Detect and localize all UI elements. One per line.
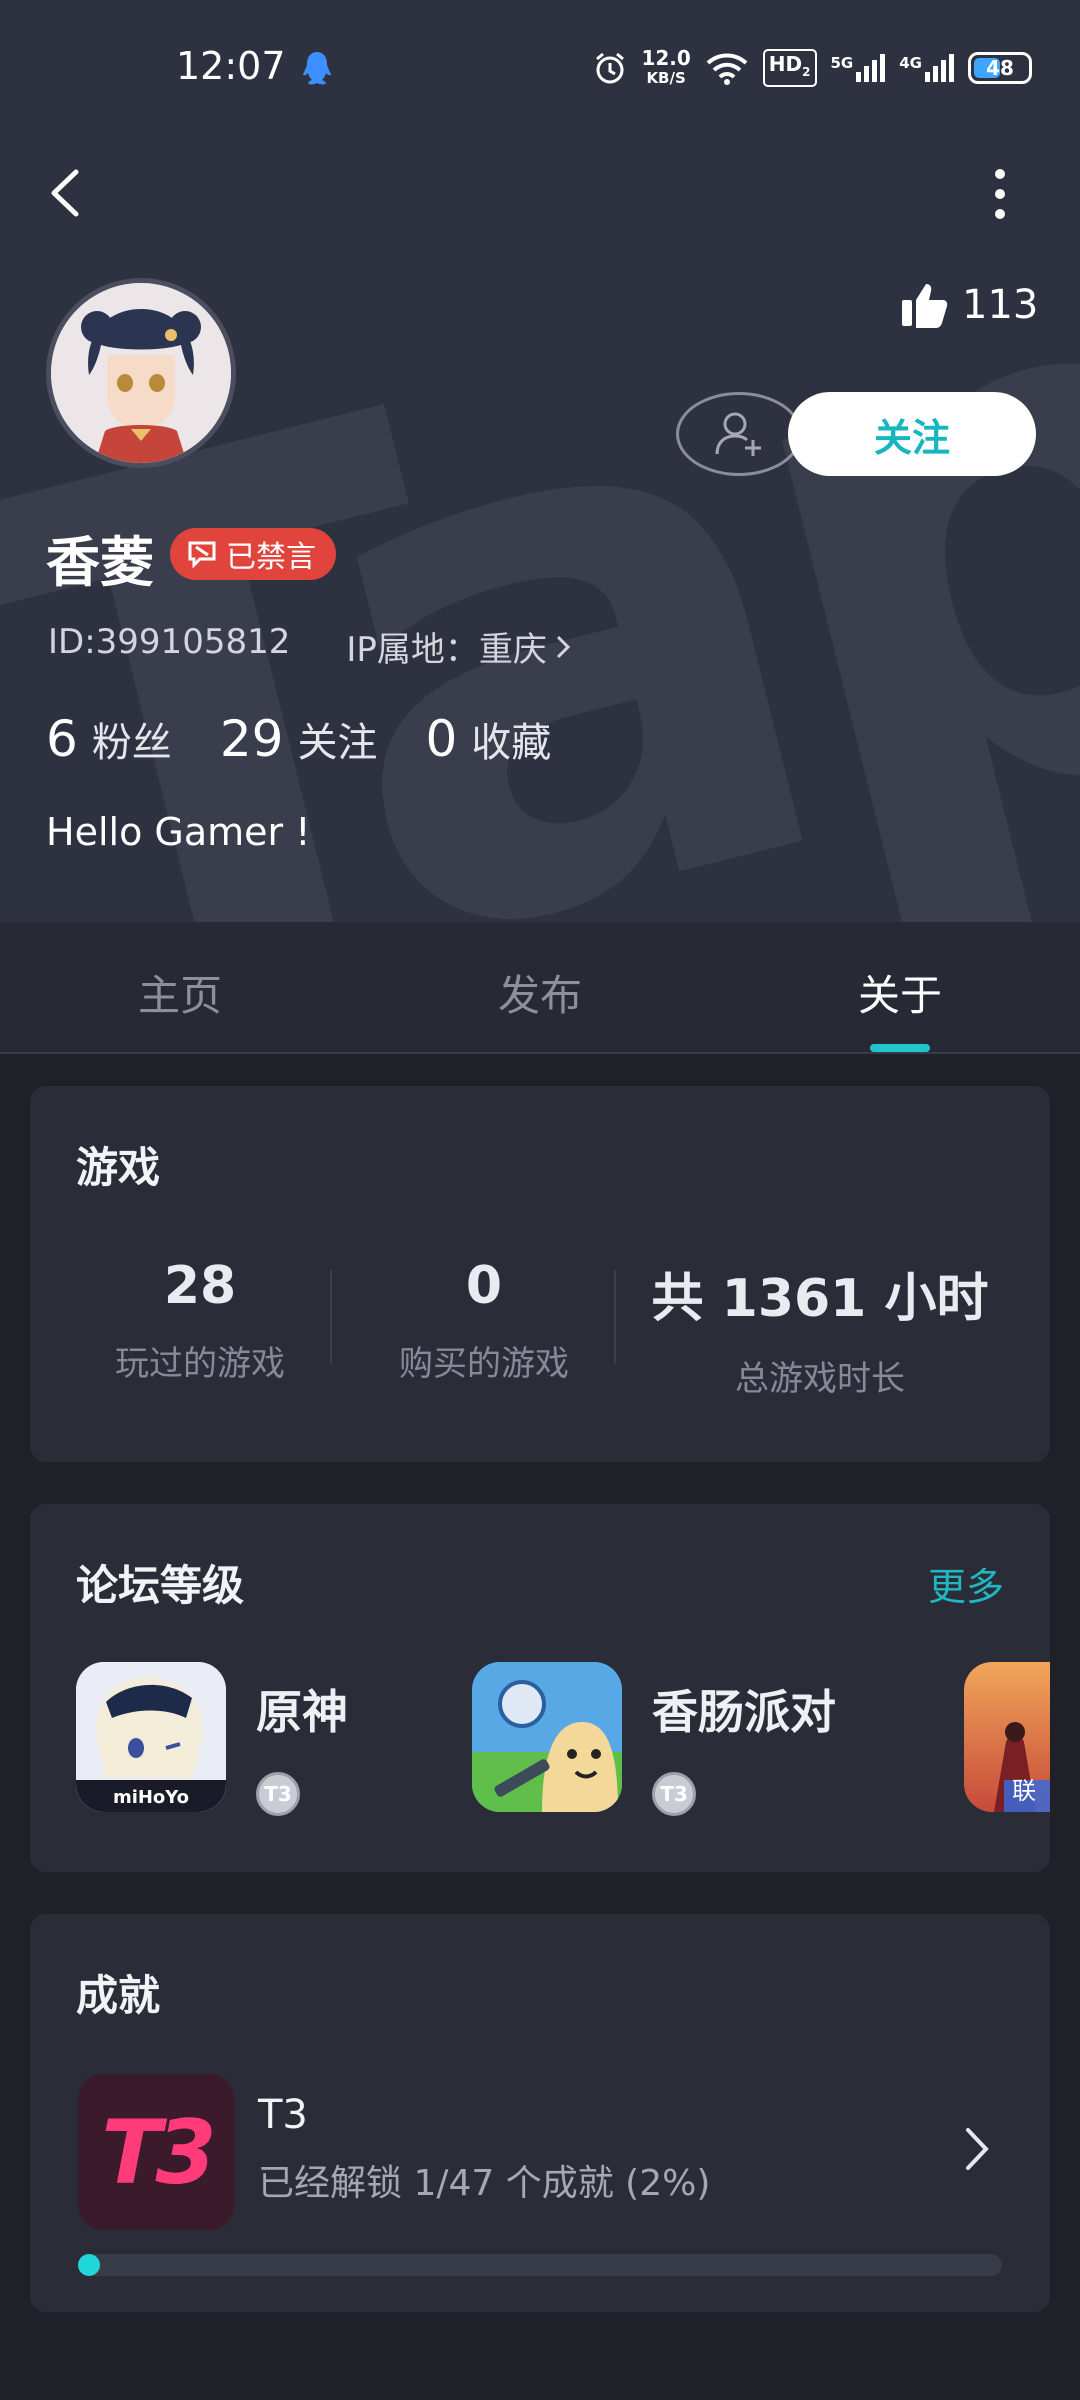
follow-button[interactable]: 关注 (788, 392, 1036, 476)
alarm-icon (596, 52, 625, 84)
forum-card-title: 论坛等级 (76, 1561, 245, 1610)
stat-value: 28 (163, 1256, 237, 1316)
stat-value: 共 1361 小时 (651, 1269, 989, 1329)
likes-count: 113 (962, 282, 1039, 328)
battery-level: 48 (986, 56, 1014, 80)
signal-5g-icon: 5G (831, 54, 886, 82)
signal-5g-label: 5G (830, 54, 854, 72)
level-badge: T3 (652, 1772, 696, 1816)
games-card: 游戏 28 玩过的游戏 0 购买的游戏 共 1361 小时 总游戏时长 (30, 1086, 1050, 1462)
sausage-party-game-icon (472, 1662, 622, 1812)
divider (614, 1270, 616, 1364)
sausage-party-icon-art (472, 1662, 622, 1812)
hd-icon: HD2 (762, 49, 817, 87)
hd-label: HD (768, 52, 803, 76)
stat-following[interactable]: 29 关注 (220, 710, 378, 768)
genshin-game-icon: miHoYo (76, 1662, 226, 1812)
stat-label: 收藏 (471, 720, 552, 766)
muted-label: 已禁言 (226, 540, 316, 575)
forum-game-name: 原神 (256, 1685, 348, 1739)
level-badge: T3 (256, 1772, 300, 1816)
qq-penguin-icon (303, 52, 331, 85)
forum-meta: 原神 T3 (256, 1662, 348, 1816)
battery-icon: 48 (968, 52, 1032, 84)
sky-icon-text: 联 (1012, 1777, 1036, 1805)
stat-label: 购买的游戏 (399, 1344, 569, 1384)
tab-about[interactable]: 关于 (858, 962, 942, 1023)
divider (330, 1270, 332, 1364)
profile-tabs: 主页 发布 关于 (0, 922, 1080, 1054)
chevron-right-icon (556, 635, 571, 658)
back-arrow-icon[interactable] (44, 166, 88, 220)
net-speed-value: 12.0 (641, 46, 691, 70)
stat-value: 6 (46, 710, 78, 768)
genshin-icon-text: miHoYo (112, 1787, 190, 1808)
level-badge-text: T3 (660, 1782, 688, 1806)
achievement-game-name: T3 (258, 2092, 308, 2138)
achievements-card[interactable]: 成就 T3 T3 已经解锁 1/47 个成就 (2%) (30, 1914, 1050, 2312)
signal-4g-icon: 4G (899, 54, 954, 82)
avatar-illustration (51, 283, 231, 463)
thumbs-up-icon (902, 284, 948, 328)
stat-label: 总游戏时长 (735, 1359, 905, 1399)
games-card-title: 游戏 (76, 1143, 161, 1192)
profile-header: TapTap 12:07 12.0 KB/S HD2 5G 4G 48 113 … (0, 0, 1080, 922)
net-speed: 12.0 KB/S (641, 48, 690, 88)
playtime-stat[interactable]: 共 1361 小时 总游戏时长 (630, 1256, 1010, 1400)
played-games-stat[interactable]: 28 玩过的游戏 (60, 1256, 340, 1385)
purchased-games-stat[interactable]: 0 购买的游戏 (344, 1256, 624, 1385)
user-id: ID:399105812 (48, 622, 291, 662)
status-bar: 12:07 12.0 KB/S HD2 5G 4G 48 (0, 0, 1080, 140)
likes[interactable]: 113 (900, 282, 1038, 328)
tab-posts[interactable]: 发布 (498, 962, 582, 1023)
stat-favorites[interactable]: 0 收藏 (425, 710, 551, 768)
achievement-progress-fill (78, 2254, 100, 2276)
muted-badge: 已禁言 (170, 528, 336, 580)
net-speed-unit: KB/S (646, 69, 686, 87)
forum-game-name: 香肠派对 (652, 1685, 836, 1739)
t3-icon-text: T3 (101, 2100, 216, 2204)
forum-item-sausage-party[interactable]: 香肠派对 T3 (472, 1662, 836, 1816)
stat-label: 玩过的游戏 (115, 1344, 285, 1384)
more-vertical-icon[interactable] (980, 166, 1020, 222)
add-user-icon (715, 412, 761, 456)
forum-item-genshin[interactable]: miHoYo 原神 T3 (76, 1662, 348, 1816)
stat-label: 关注 (297, 720, 378, 766)
achievements-card-title: 成就 (76, 1971, 161, 2020)
ip-location-text: IP属地：重庆 (346, 630, 547, 670)
signal-4g-label: 4G (899, 54, 922, 72)
forum-meta: 香肠派对 T3 (652, 1662, 836, 1816)
hd-sub: 2 (802, 65, 811, 79)
sky-game-icon: 联 (964, 1662, 1050, 1812)
muted-chat-icon (188, 541, 216, 569)
sky-icon-art (964, 1662, 1050, 1812)
t3-game-icon: T3 (78, 2074, 234, 2230)
user-bio: Hello Gamer ! (46, 810, 311, 854)
wifi-icon (706, 53, 748, 85)
user-name: 香菱 (46, 531, 154, 594)
stat-value: 29 (219, 710, 284, 768)
forum-level-card: 论坛等级 更多 miHoYo 原神 T3 香肠派对 T3 联 (30, 1504, 1050, 1872)
id-row: ID:399105812 IP属地：重庆 (48, 622, 571, 671)
chevron-right-icon[interactable] (962, 2124, 992, 2174)
tab-home[interactable]: 主页 (138, 962, 222, 1023)
add-friend-button[interactable] (676, 392, 802, 476)
stat-label: 粉丝 (91, 720, 172, 766)
profile-stats: 6 粉丝 29 关注 0 收藏 (46, 710, 599, 768)
more-link[interactable]: 更多 (928, 1556, 1004, 1611)
achievement-progress-text: 已经解锁 1/47 个成就 (2%) (258, 2163, 711, 2204)
ip-location[interactable]: IP属地：重庆 (346, 622, 571, 671)
stat-fans[interactable]: 6 粉丝 (46, 710, 172, 768)
stat-value: 0 (465, 1256, 503, 1316)
forum-item-partial[interactable]: 联 (964, 1662, 1050, 1812)
stat-value: 0 (425, 710, 458, 768)
active-tab-indicator (870, 1044, 930, 1052)
achievement-progress-bar (78, 2254, 1002, 2276)
level-badge-text: T3 (264, 1782, 292, 1806)
status-time: 12:07 (176, 44, 286, 88)
avatar[interactable] (46, 278, 236, 468)
